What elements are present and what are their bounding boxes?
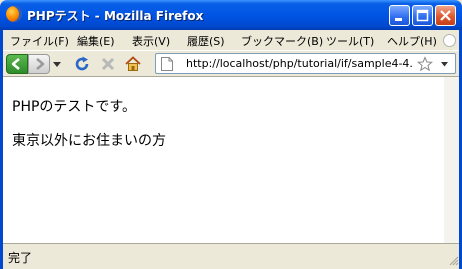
- resize-grip-icon[interactable]: [447, 254, 459, 266]
- title-bar[interactable]: PHPテスト - Mozilla Firefox: [0, 0, 462, 30]
- stop-icon[interactable]: [99, 55, 117, 73]
- status-text: 完了: [8, 251, 33, 265]
- vertical-scrollbar[interactable]: [444, 77, 460, 243]
- menu-bookmarks[interactable]: ブックマーク(B): [241, 33, 323, 49]
- forward-button[interactable]: [28, 54, 50, 74]
- content-line-1: PHPのテストです。: [12, 99, 137, 115]
- firefox-logo-icon: [6, 6, 22, 22]
- forward-icon: [36, 58, 45, 70]
- minimize-button[interactable]: [389, 5, 410, 26]
- history-dropdown-icon[interactable]: [52, 58, 62, 70]
- close-button[interactable]: [435, 5, 456, 26]
- close-icon: [440, 10, 451, 21]
- reload-icon[interactable]: [73, 55, 91, 73]
- maximize-icon: [416, 9, 429, 22]
- menu-view[interactable]: 表示(V): [132, 33, 170, 49]
- page-content: PHPのテストです。 東京以外にお住まいの方: [3, 77, 444, 243]
- browser-window: PHPテスト - Mozilla Firefox ファイル(F) 編集(E) 表…: [0, 0, 462, 269]
- url-dropdown-icon[interactable]: [440, 60, 449, 68]
- minimize-icon: [395, 18, 402, 21]
- maximize-button[interactable]: [412, 5, 433, 26]
- navigation-toolbar: http://localhost/php/tutorial/if/sample4…: [0, 50, 462, 77]
- bookmark-star-icon[interactable]: [417, 56, 433, 72]
- menu-file[interactable]: ファイル(F): [10, 33, 69, 49]
- window-border-left: [0, 30, 3, 269]
- menu-tools[interactable]: ツール(T): [326, 33, 374, 49]
- page-icon: [161, 57, 173, 71]
- content-line-2: 東京以外にお住まいの方: [12, 133, 166, 149]
- back-button[interactable]: [6, 54, 28, 74]
- status-bar: 完了: [0, 243, 462, 269]
- url-text[interactable]: http://localhost/php/tutorial/if/sample4…: [186, 57, 412, 70]
- menu-edit[interactable]: 編集(E): [77, 33, 115, 49]
- menu-bar: ファイル(F) 編集(E) 表示(V) 履歴(S) ブックマーク(B) ツール(…: [0, 30, 462, 50]
- url-bar[interactable]: http://localhost/php/tutorial/if/sample4…: [155, 53, 456, 74]
- menu-help[interactable]: ヘルプ(H): [387, 33, 437, 49]
- menu-history[interactable]: 履歴(S): [187, 33, 225, 49]
- back-icon: [11, 58, 20, 70]
- window-title: PHPテスト - Mozilla Firefox: [27, 9, 204, 23]
- activity-indicator-icon: [443, 34, 456, 47]
- home-icon[interactable]: [124, 55, 142, 73]
